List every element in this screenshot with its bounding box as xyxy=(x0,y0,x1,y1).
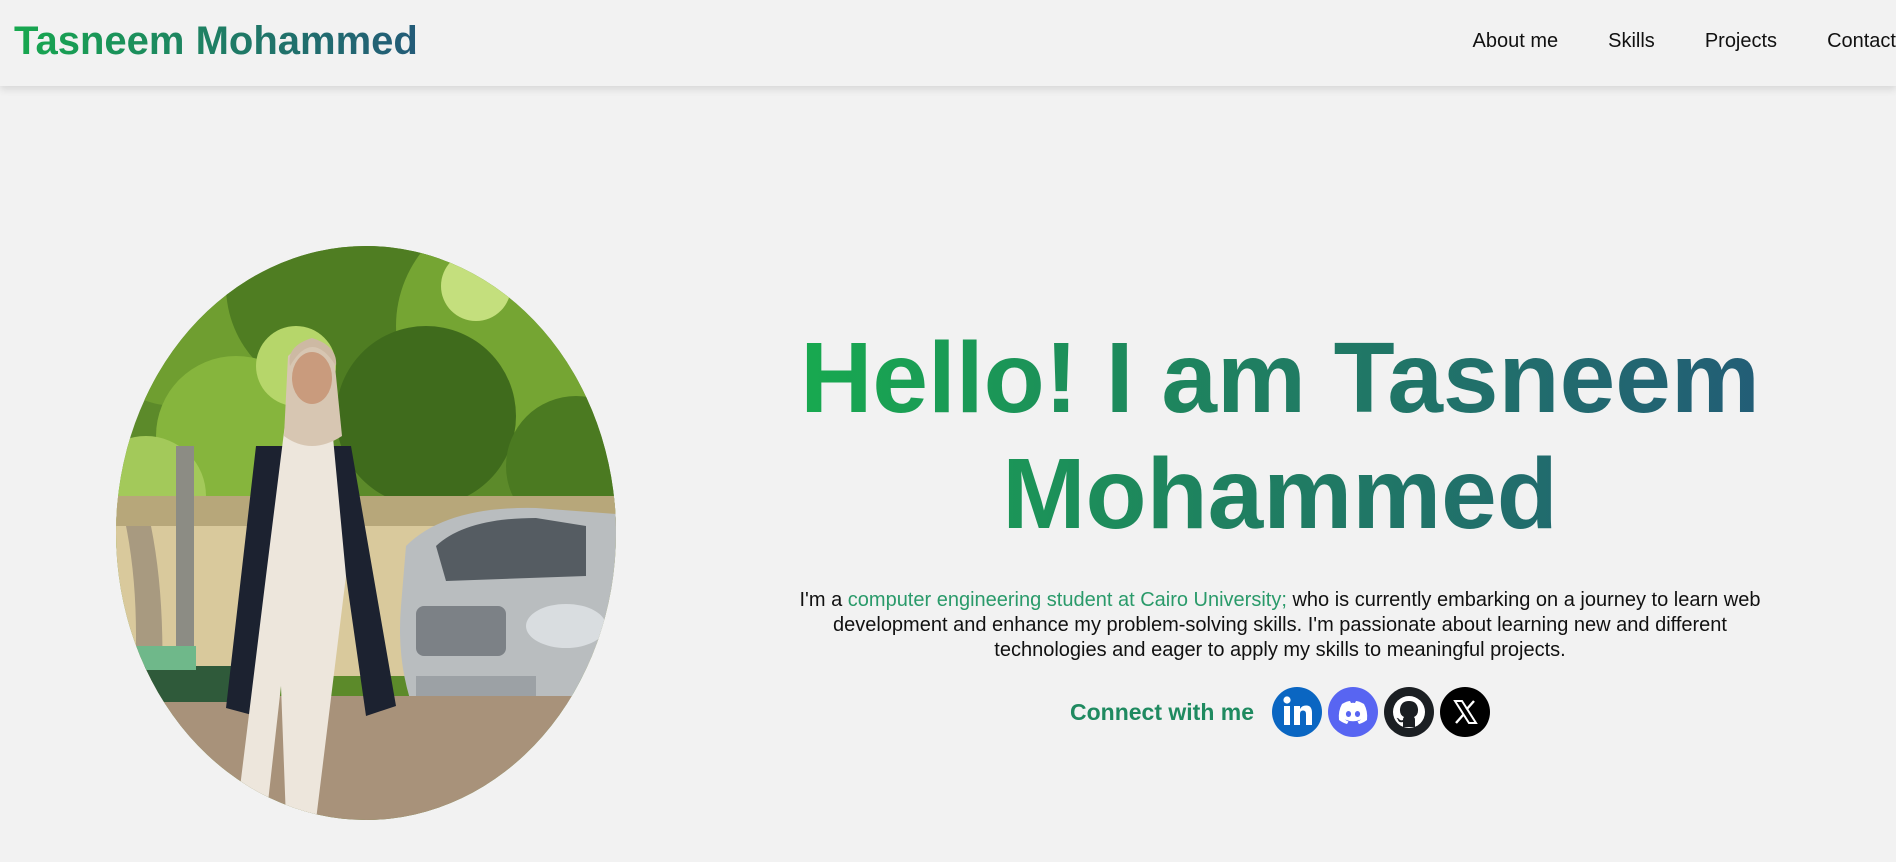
github-icon xyxy=(1393,696,1425,728)
x-icon xyxy=(1453,700,1478,724)
discord-icon xyxy=(1338,701,1368,724)
connect-row: Connect with me xyxy=(760,687,1800,737)
hero-description: I'm a computer engineering student at Ca… xyxy=(780,588,1780,663)
hero-title-line2: Mohammed xyxy=(1002,438,1558,550)
nav-contact[interactable]: Contact xyxy=(1827,28,1896,54)
navbar: Tasneem Mohammed About me Skills Project… xyxy=(0,0,1896,86)
nav-links: About me Skills Projects Contact xyxy=(1473,28,1896,54)
linkedin-link[interactable] xyxy=(1272,687,1322,737)
connect-label: Connect with me xyxy=(1069,698,1254,725)
desc-prefix: I'm a xyxy=(799,589,848,611)
x-link[interactable] xyxy=(1440,687,1490,737)
nav-skills[interactable]: Skills xyxy=(1608,28,1655,54)
nav-about-me[interactable]: About me xyxy=(1473,28,1559,54)
hero-section: Hello! I am Tasneem Mohammed I'm a compu… xyxy=(760,320,1800,737)
profile-photo xyxy=(116,246,616,820)
github-link[interactable] xyxy=(1384,687,1434,737)
nav-projects[interactable]: Projects xyxy=(1705,28,1777,54)
discord-link[interactable] xyxy=(1328,687,1378,737)
brand-logo[interactable]: Tasneem Mohammed xyxy=(14,18,418,64)
desc-highlight: computer engineering student at Cairo Un… xyxy=(847,589,1287,611)
linkedin-icon xyxy=(1283,696,1312,725)
hero-title-line1: Hello! I am Tasneem xyxy=(800,322,1760,434)
hero-title: Hello! I am Tasneem Mohammed xyxy=(760,320,1800,552)
